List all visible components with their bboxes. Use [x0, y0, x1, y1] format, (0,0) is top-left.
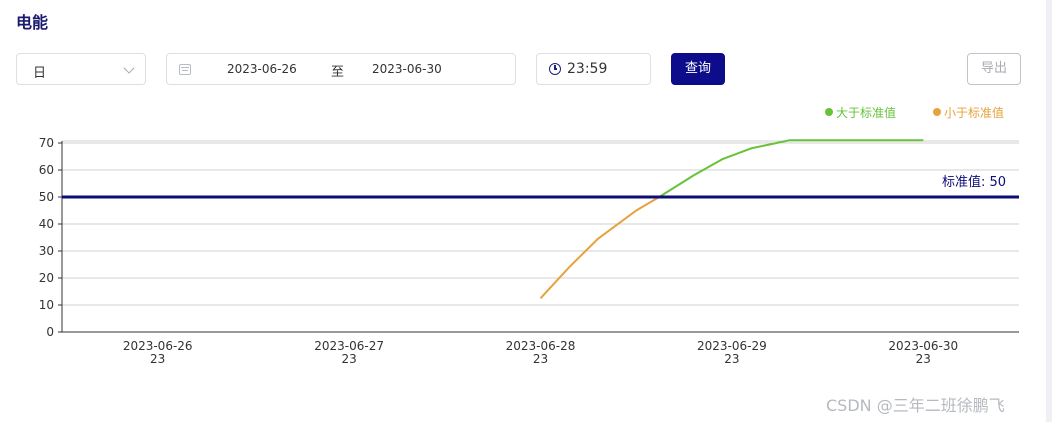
legend-item-above[interactable]: 大于标准值	[825, 104, 896, 121]
date-end-input[interactable]: 2023-06-30	[372, 62, 442, 76]
line-chart: 010203040506070 2023-06-26232023-06-2723…	[39, 136, 1019, 366]
y-tick-label: 30	[39, 244, 54, 258]
time-picker[interactable]: 23:59	[536, 53, 651, 85]
y-tick-label: 20	[39, 271, 54, 285]
legend-label-above: 大于标准值	[836, 106, 897, 120]
chevron-down-icon	[123, 62, 135, 74]
legend-label-below: 小于标准值	[944, 106, 1005, 120]
standard-value-label: 标准值: 50	[942, 174, 1006, 190]
x-tick-label-date: 2023-06-27	[314, 339, 384, 353]
period-select[interactable]: 日	[16, 53, 146, 85]
x-tick-label-hour: 23	[150, 352, 165, 366]
time-value: 23:59	[567, 61, 608, 77]
query-button[interactable]: 查询	[671, 53, 725, 85]
x-tick-label-date: 2023-06-30	[888, 339, 958, 353]
legend-item-below[interactable]: 小于标准值	[933, 104, 1004, 121]
page-title: 电能	[16, 13, 49, 32]
period-select-value: 日	[33, 66, 47, 81]
y-axis: 0 10 20 30 40 50 60 70	[39, 136, 63, 339]
x-tick-label-hour: 23	[533, 352, 548, 366]
y-tick-label: 0	[46, 325, 54, 339]
x-tick-label-hour: 23	[341, 352, 356, 366]
standard-markline: 标准值: 50	[62, 174, 1019, 199]
export-button[interactable]: 导出	[967, 53, 1021, 85]
y-tick-label: 40	[39, 217, 54, 231]
x-tick-label-date: 2023-06-29	[697, 339, 767, 353]
y-tick-label: 60	[39, 163, 54, 177]
y-tick-label: 10	[39, 298, 54, 312]
x-tick-label-hour: 23	[916, 352, 931, 366]
right-scroll-edge	[1046, 0, 1052, 422]
x-axis: 2023-06-26232023-06-27232023-06-28232023…	[62, 331, 1019, 366]
chart-grid	[62, 140, 1019, 306]
watermark: CSDN @三年二班徐鹏飞	[826, 396, 1005, 415]
legend-dot-below	[933, 108, 941, 116]
y-tick-label: 70	[39, 136, 54, 150]
series-line-above-standard	[658, 139, 924, 198]
x-tick-label-date: 2023-06-28	[506, 339, 576, 353]
date-start-input[interactable]: 2023-06-26	[227, 62, 297, 76]
series-line-below-standard	[539, 196, 660, 299]
y-tick-label: 50	[39, 190, 54, 204]
chart-series	[539, 139, 924, 299]
clock-icon	[549, 63, 561, 75]
date-range-separator: 至	[331, 65, 345, 80]
x-tick-label-date: 2023-06-26	[123, 339, 193, 353]
legend-dot-above	[825, 108, 833, 116]
x-tick-label-hour: 23	[724, 352, 739, 366]
date-range-picker[interactable]: 2023-06-26 至 2023-06-30	[166, 53, 516, 85]
calendar-icon	[179, 64, 191, 75]
